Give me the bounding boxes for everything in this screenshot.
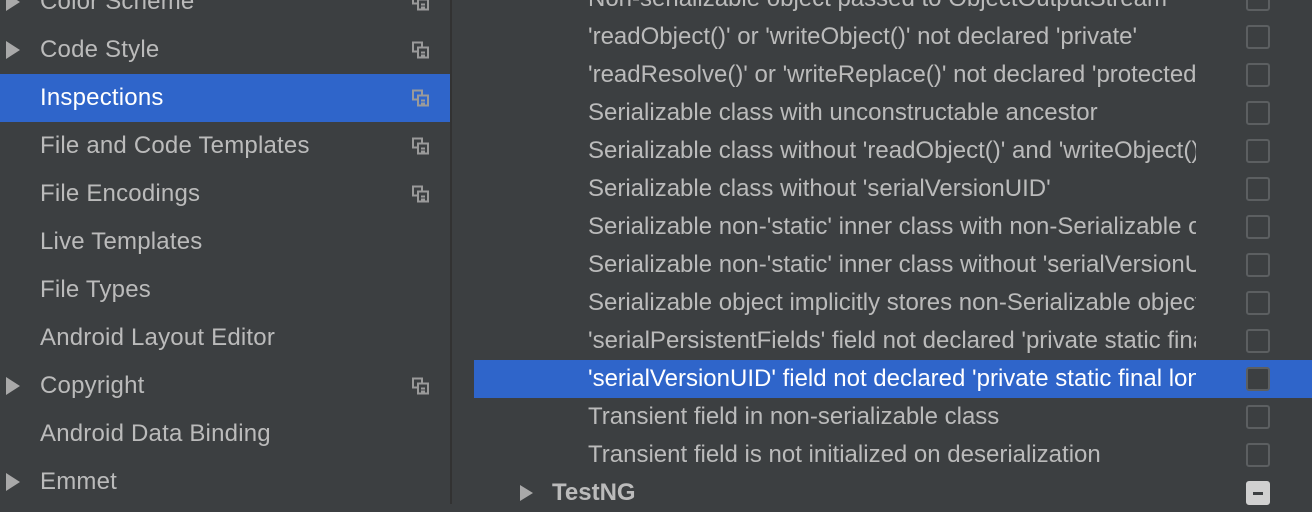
inspection-row[interactable]: Non-serializable object passed to Object… xyxy=(474,0,1312,18)
inspection-label: Non-serializable object passed to Object… xyxy=(588,0,1196,13)
inspection-label: Serializable non-'static' inner class wi… xyxy=(588,251,1196,278)
inspection-row[interactable]: 'readResolve()' or 'writeReplace()' not … xyxy=(474,56,1312,94)
project-scope-icon xyxy=(412,89,429,107)
sidebar-item-live-templates[interactable]: Live Templates xyxy=(0,218,450,266)
panel-gap xyxy=(452,0,474,504)
inspection-row[interactable]: Serializable non-'static' inner class wi… xyxy=(474,208,1312,246)
inspection-checkbox[interactable] xyxy=(1246,139,1270,163)
project-scope-icon xyxy=(412,41,429,59)
sidebar-item-android-data-binding[interactable]: Android Data Binding xyxy=(0,410,450,458)
sidebar-item-label: Android Data Binding xyxy=(40,420,271,447)
sidebar-item-inspections[interactable]: Inspections xyxy=(0,74,450,122)
inspection-label: 'readObject()' or 'writeObject()' not de… xyxy=(588,23,1138,50)
sidebar-item-file-encodings[interactable]: File Encodings xyxy=(0,170,450,218)
inspection-checkbox[interactable] xyxy=(1246,25,1270,49)
sidebar-item-code-style[interactable]: Code Style xyxy=(0,26,450,74)
sidebar-item-label: Code Style xyxy=(40,36,160,63)
sidebar-item-label: File Encodings xyxy=(40,180,201,207)
sidebar-item-label: Live Templates xyxy=(40,228,203,255)
expand-arrow-icon[interactable] xyxy=(6,0,20,11)
project-scope-icon xyxy=(412,137,429,155)
sidebar-item-file-types[interactable]: File Types xyxy=(0,266,450,314)
expand-arrow-icon[interactable] xyxy=(6,473,20,491)
sidebar-item-label: Inspections xyxy=(40,84,164,111)
inspection-row[interactable]: Serializable class with unconstructable … xyxy=(474,94,1312,132)
inspections-tree: Non-serializable object passed to Object… xyxy=(474,0,1312,506)
project-scope-icon xyxy=(412,377,429,395)
sidebar-item-copyright[interactable]: Copyright xyxy=(0,362,450,410)
group-checkbox[interactable] xyxy=(1246,481,1270,505)
inspection-label: Serializable class with unconstructable … xyxy=(588,99,1098,126)
inspection-group-row[interactable]: TestNG xyxy=(474,474,1312,512)
inspection-row[interactable]: Serializable class without 'readObject()… xyxy=(474,132,1312,170)
settings-sidebar: Color Scheme Code Style Inspections File an… xyxy=(0,0,450,504)
inspection-label: Serializable non-'static' inner class wi… xyxy=(588,213,1196,240)
inspection-row[interactable]: Transient field in non-serializable clas… xyxy=(474,398,1312,436)
inspection-row[interactable]: 'serialPersistentFields' field not decla… xyxy=(474,322,1312,360)
inspection-label: Serializable class without 'readObject()… xyxy=(588,137,1196,164)
sidebar-item-file-and-code-templates[interactable]: File and Code Templates xyxy=(0,122,450,170)
inspection-label: 'serialVersionUID' field not declared 'p… xyxy=(588,365,1196,392)
sidebar-item-label: Color Scheme xyxy=(40,0,195,15)
inspection-checkbox[interactable] xyxy=(1246,215,1270,239)
sidebar-item-label: File Types xyxy=(40,276,151,303)
sidebar-item-label: File and Code Templates xyxy=(40,132,310,159)
sidebar-item-color-scheme[interactable]: Color Scheme xyxy=(0,0,450,26)
sidebar-item-label: Copyright xyxy=(40,372,145,399)
inspection-row[interactable]: Transient field is not initialized on de… xyxy=(474,436,1312,474)
sidebar-item-emmet[interactable]: Emmet xyxy=(0,458,450,506)
inspection-checkbox[interactable] xyxy=(1246,367,1270,391)
inspection-checkbox[interactable] xyxy=(1246,291,1270,315)
sidebar-item-android-layout-editor[interactable]: Android Layout Editor xyxy=(0,314,450,362)
inspection-checkbox[interactable] xyxy=(1246,0,1270,11)
inspection-checkbox[interactable] xyxy=(1246,253,1270,277)
inspection-label: 'readResolve()' or 'writeReplace()' not … xyxy=(588,61,1196,88)
inspection-label: Serializable object implicitly stores no… xyxy=(588,289,1196,316)
inspection-label: Serializable class without 'serialVersio… xyxy=(588,175,1051,202)
inspection-label: 'serialPersistentFields' field not decla… xyxy=(588,327,1196,354)
inspection-checkbox[interactable] xyxy=(1246,405,1270,429)
inspection-row[interactable]: Serializable non-'static' inner class wi… xyxy=(474,246,1312,284)
sidebar-item-label: Emmet xyxy=(40,468,118,495)
inspection-group-label: TestNG xyxy=(552,479,636,506)
expand-arrow-icon[interactable] xyxy=(6,41,20,59)
inspection-row[interactable]: Serializable object implicitly stores no… xyxy=(474,284,1312,322)
sidebar-item-label: Android Layout Editor xyxy=(40,324,276,351)
inspection-label: Transient field in non-serializable clas… xyxy=(588,403,1000,430)
inspection-checkbox[interactable] xyxy=(1246,63,1270,87)
project-scope-icon xyxy=(412,0,429,11)
inspection-checkbox[interactable] xyxy=(1246,177,1270,201)
inspection-label: Transient field is not initialized on de… xyxy=(588,441,1101,468)
project-scope-icon xyxy=(412,185,429,203)
inspection-row[interactable]: Serializable class without 'serialVersio… xyxy=(474,170,1312,208)
inspection-checkbox[interactable] xyxy=(1246,329,1270,353)
expand-arrow-icon[interactable] xyxy=(6,377,20,395)
inspection-checkbox[interactable] xyxy=(1246,101,1270,125)
inspection-row[interactable]: 'readObject()' or 'writeObject()' not de… xyxy=(474,18,1312,56)
expand-arrow-icon[interactable] xyxy=(520,485,533,501)
inspection-checkbox[interactable] xyxy=(1246,443,1270,467)
inspection-row[interactable]: 'serialVersionUID' field not declared 'p… xyxy=(474,360,1312,398)
